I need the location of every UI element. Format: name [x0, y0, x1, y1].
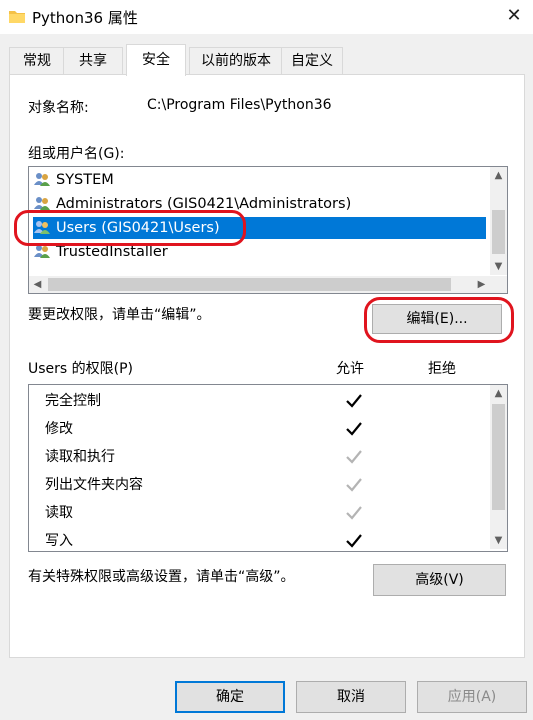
permission-row: 修改 [45, 421, 73, 437]
tab-customize[interactable]: 自定义 [281, 47, 343, 74]
tab-previous-versions[interactable]: 以前的版本 [189, 47, 283, 74]
scroll-down-icon[interactable]: ▼ [490, 532, 507, 549]
close-button[interactable]: ✕ [500, 4, 528, 28]
ok-button[interactable]: 确定 [175, 681, 285, 713]
cancel-button[interactable]: 取消 [296, 681, 406, 713]
users-group-icon [34, 197, 50, 210]
deny-column-header: 拒绝 [428, 361, 456, 377]
scroll-up-icon[interactable]: ▲ [490, 167, 507, 184]
permission-row: 完全控制 [45, 393, 101, 409]
advanced-button[interactable]: 高级(V) [373, 564, 506, 596]
edit-hint: 要更改权限，请单击“编辑”。 [28, 307, 211, 323]
tab-general[interactable]: 常规 [9, 47, 65, 74]
annotation-oval-edit [364, 297, 514, 343]
permissions-listbox[interactable]: 完全控制 修改 读取和执行 列出文件夹内容 读取 写入 ▲ ▼ [28, 384, 508, 552]
scroll-thumb[interactable] [492, 404, 505, 510]
advanced-hint: 有关特殊权限或高级设置，请单击“高级”。 [28, 569, 295, 585]
permissions-header: Users 的权限(P) [28, 361, 134, 377]
check-icon-inherited[interactable] [345, 504, 363, 522]
users-group-icon [34, 173, 50, 186]
check-icon-inherited[interactable] [345, 448, 363, 466]
scroll-up-icon[interactable]: ▲ [490, 385, 507, 402]
permission-row: 读取 [45, 505, 73, 521]
scroll-corner [490, 276, 507, 293]
check-icon[interactable] [345, 392, 363, 410]
users-horizontal-scrollbar[interactable]: ◀ ▶ [29, 276, 490, 293]
window-title: Python36 属性 [32, 9, 138, 27]
scroll-down-icon[interactable]: ▼ [490, 258, 507, 275]
users-vertical-scrollbar[interactable]: ▲ ▼ [490, 167, 507, 275]
tab-security[interactable]: 安全 [126, 44, 186, 76]
allow-column-header: 允许 [336, 361, 364, 377]
user-name: TrustedInstaller [56, 244, 168, 260]
permission-row: 读取和执行 [45, 449, 115, 465]
list-item[interactable]: SYSTEM [33, 169, 114, 191]
permission-row: 写入 [45, 533, 73, 549]
scroll-thumb[interactable] [48, 278, 451, 291]
check-icon-inherited[interactable] [345, 476, 363, 494]
apply-button[interactable]: 应用(A) [417, 681, 527, 713]
check-icon[interactable] [345, 420, 363, 438]
tab-sharing[interactable]: 共享 [63, 47, 123, 74]
scroll-right-icon[interactable]: ▶ [473, 276, 490, 293]
annotation-oval-users [14, 210, 246, 246]
check-icon[interactable] [345, 532, 363, 550]
permission-row: 列出文件夹内容 [45, 477, 143, 493]
object-name-label: 对象名称: [28, 100, 89, 116]
user-name: SYSTEM [56, 172, 114, 188]
permissions-vertical-scrollbar[interactable]: ▲ ▼ [490, 385, 507, 549]
scroll-thumb[interactable] [492, 210, 505, 254]
scroll-left-icon[interactable]: ◀ [29, 276, 46, 293]
group-users-label: 组或用户名(G): [28, 146, 125, 162]
folder-icon [9, 11, 25, 23]
object-name-value: C:\Program Files\Python36 [147, 97, 332, 113]
